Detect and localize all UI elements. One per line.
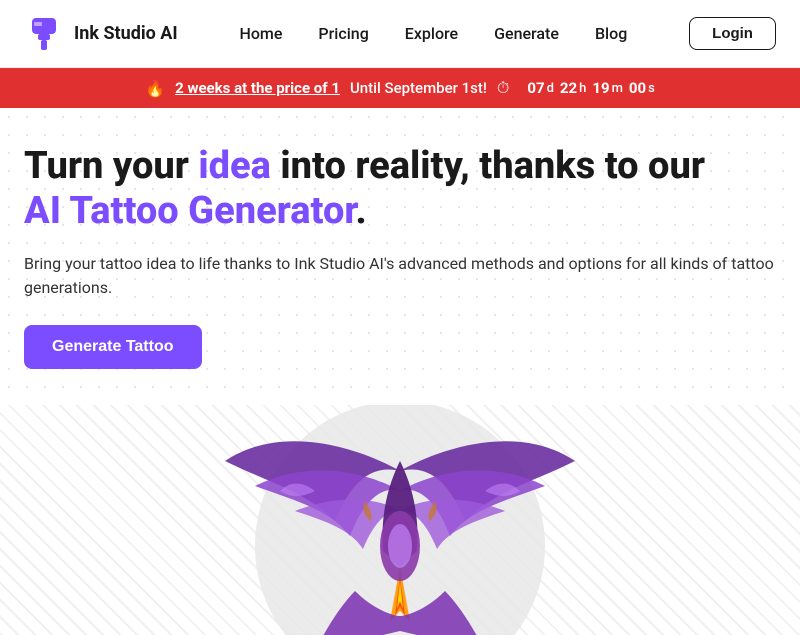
logo-icon <box>24 14 64 54</box>
nav-explore[interactable]: Explore <box>405 24 458 43</box>
promo-link[interactable]: 2 weeks at the price of 1 <box>175 79 340 97</box>
countdown-minutes: 19 m <box>592 79 623 97</box>
tattoo-image <box>185 405 615 635</box>
hero-title-suffix: . <box>355 189 366 233</box>
hero-title-idea: idea <box>198 144 271 188</box>
promo-banner: 🔥 2 weeks at the price of 1 Until Septem… <box>0 68 800 108</box>
hero-title-prefix: Turn your <box>24 144 198 188</box>
fire-icon: 🔥 <box>145 79 165 98</box>
navbar: Ink Studio AI Home Pricing Explore Gener… <box>0 0 800 68</box>
generate-tattoo-button[interactable]: Generate Tattoo <box>24 325 202 369</box>
nav-generate[interactable]: Generate <box>494 24 559 43</box>
timer-icon: ⏱ <box>497 78 509 98</box>
hero-section: Turn your idea into reality, thanks to o… <box>0 108 800 389</box>
hero-title: Turn your idea into reality, thanks to o… <box>24 144 776 234</box>
hero-title-generator: AI Tattoo Generator <box>24 189 355 233</box>
countdown-hours: 22 h <box>560 79 586 97</box>
countdown: 07 d 22 h 19 m 00 s <box>527 79 654 97</box>
tattoo-preview <box>0 405 800 635</box>
countdown-seconds: 00 s <box>629 79 655 97</box>
nav-blog[interactable]: Blog <box>595 24 627 43</box>
brand-name: Ink Studio AI <box>74 23 178 44</box>
nav-pricing[interactable]: Pricing <box>318 24 368 43</box>
login-button[interactable]: Login <box>689 17 776 50</box>
nav-links: Home Pricing Explore Generate Blog <box>239 24 627 43</box>
promo-suffix: Until September 1st! <box>350 79 487 97</box>
logo-link[interactable]: Ink Studio AI <box>24 14 178 54</box>
hero-title-middle: into reality, thanks to our <box>271 144 705 188</box>
nav-home[interactable]: Home <box>239 24 282 43</box>
hero-subtitle: Bring your tattoo idea to life thanks to… <box>24 252 776 302</box>
countdown-days: 07 d <box>527 79 554 97</box>
